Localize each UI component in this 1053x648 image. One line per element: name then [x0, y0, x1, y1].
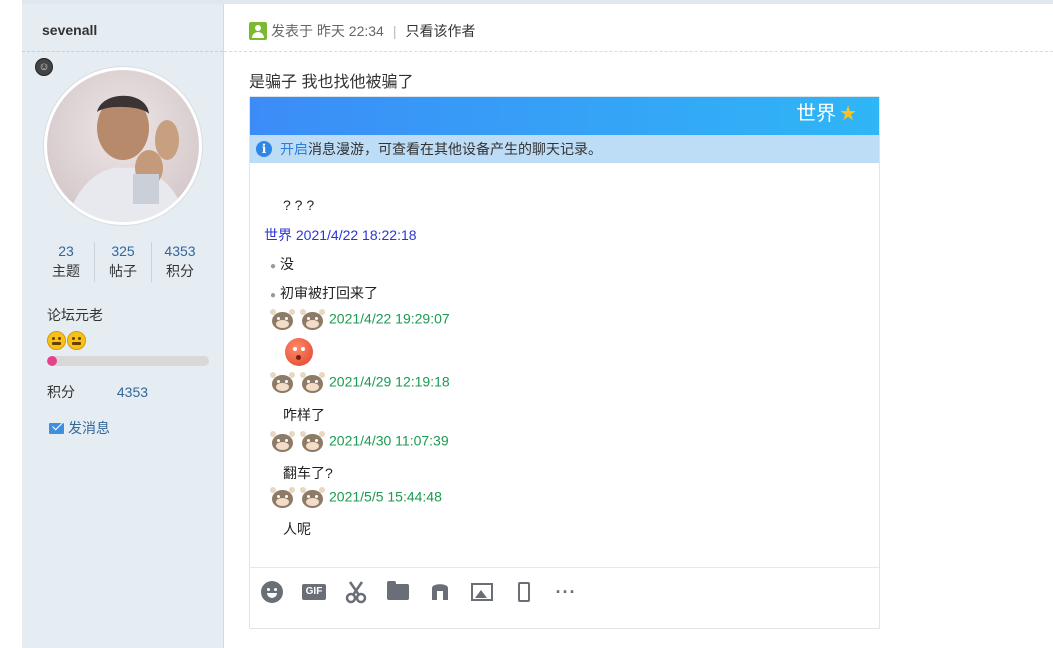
chat-message: 人呢 [283, 521, 311, 537]
stat-posts[interactable]: 325 帖子 [95, 242, 152, 282]
points-value: 4353 [116, 384, 149, 400]
cow-icon [269, 486, 296, 510]
chat-time: 2021/4/22 19:29:07 [329, 310, 450, 327]
status-face-icon: ☺ [35, 58, 53, 76]
send-message-link[interactable]: 发消息 [49, 418, 110, 438]
stat-threads[interactable]: 23 主题 [38, 242, 95, 282]
chat-sender-time: 2021/4/30 11:07:39 [269, 430, 449, 454]
roaming-notice: i 开启 消息漫游，可查看在其他设备产生的聊天记录。 [250, 135, 879, 163]
folder-icon[interactable] [385, 580, 411, 604]
cow-icon [299, 486, 326, 510]
post-header-divider [224, 51, 1053, 52]
rank-title[interactable]: 论坛元老 [47, 305, 103, 325]
enable-roaming-link[interactable]: 开启 [280, 139, 308, 159]
level-progress-bar [47, 356, 209, 366]
chat-screenshot: 世界 ★ i 开启 消息漫游，可查看在其他设备产生的聊天记录。 [249, 96, 880, 629]
separator: | [392, 23, 397, 39]
chat-time: 2021/5/5 15:44:48 [329, 488, 442, 505]
avatar-image [47, 70, 199, 222]
avatar[interactable] [44, 67, 202, 225]
stat-label: 帖子 [109, 263, 137, 279]
post-body-text: 是骗子 我也找他被骗了 [249, 74, 414, 91]
chat-time: 2021/4/29 12:19:18 [329, 373, 450, 390]
post-time: 发表于 昨天 22:34 [271, 23, 384, 39]
emoji-icon[interactable] [259, 580, 285, 604]
author-sidebar: sevenall ☺ 23 主题 325 帖子 4353 积分 论坛元老 积分 … [22, 4, 224, 648]
only-author-link[interactable]: 只看该作者 [405, 21, 475, 41]
points-label: 积分 [47, 384, 75, 400]
chat-toolbar-divider [249, 567, 879, 568]
stat-points[interactable]: 4353 积分 [152, 242, 208, 282]
chat-message: ● 没 [270, 254, 294, 274]
surprised-emoji-icon [285, 338, 313, 366]
cow-icon [269, 430, 296, 454]
post-header: 发表于 昨天 22:34 | 只看该作者 [249, 21, 475, 41]
stat-value: 325 [111, 243, 135, 259]
chat-message-text: 没 [280, 256, 295, 272]
chat-sender-time: 2021/5/5 15:44:48 [269, 486, 442, 510]
stat-label: 主题 [52, 263, 80, 279]
sidebar-divider [22, 51, 223, 52]
mail-icon [49, 422, 64, 434]
chat-toolbar: GIF ··· [259, 580, 595, 604]
rank-face-icon [67, 331, 86, 350]
bullet-icon: ● [270, 290, 277, 301]
stat-value: 23 [58, 243, 74, 259]
stat-value: 4353 [164, 243, 196, 259]
chat-sender-time: 2021/4/22 19:29:07 [269, 308, 450, 332]
star-icon: ★ [839, 103, 857, 125]
chat-message: 翻车了? [283, 465, 333, 481]
shake-icon[interactable] [511, 580, 537, 604]
rank-face-icon [47, 331, 66, 350]
points-row: 积分 4353 [47, 382, 148, 402]
rank-icons [47, 331, 87, 353]
chat-sender-time: 2021/4/29 12:19:18 [269, 371, 450, 395]
scissors-icon[interactable] [343, 580, 369, 604]
music-icon[interactable] [427, 580, 453, 604]
chat-time: 2021/4/30 11:07:39 [329, 432, 449, 449]
chat-message-text: 初审被打回来了 [280, 285, 379, 301]
level-progress-fill [47, 356, 57, 366]
cow-icon [269, 371, 296, 395]
stat-label: 积分 [166, 263, 194, 279]
chat-sender-time: 世界 2021/4/22 18:22:18 [264, 227, 417, 243]
cow-icon [299, 308, 326, 332]
author-stats: 23 主题 325 帖子 4353 积分 [38, 242, 208, 282]
image-icon[interactable] [469, 580, 495, 604]
more-icon[interactable]: ··· [553, 580, 579, 604]
author-icon [249, 22, 267, 40]
chat-title-bar: 世界 ★ [250, 97, 879, 135]
cow-icon [299, 371, 326, 395]
chat-message: ? ? ? [283, 197, 315, 213]
bullet-icon: ● [270, 261, 277, 272]
info-icon: i [256, 141, 272, 157]
chat-message: 咋样了 [283, 407, 325, 423]
chat-message: ● 初审被打回来了 [270, 283, 378, 303]
cow-icon [269, 308, 296, 332]
gif-icon[interactable]: GIF [301, 580, 327, 604]
cow-icon [299, 430, 326, 454]
notice-text: 消息漫游，可查看在其他设备产生的聊天记录。 [308, 141, 602, 157]
chat-title: 世界 [796, 103, 837, 125]
send-message-label: 发消息 [68, 420, 110, 436]
author-username[interactable]: sevenall [42, 22, 97, 38]
